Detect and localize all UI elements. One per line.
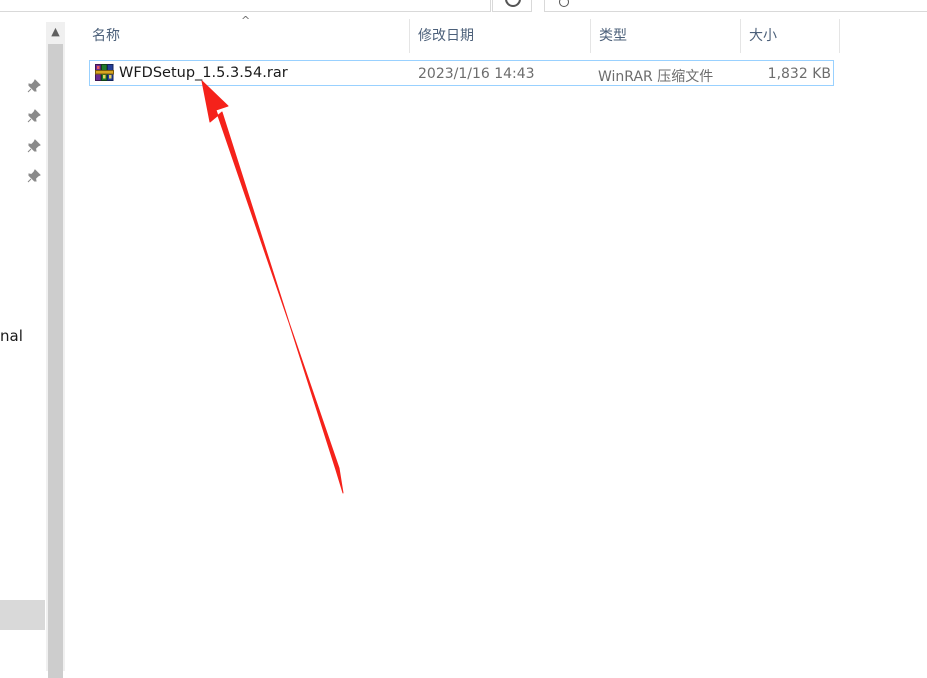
pin-icon[interactable] — [27, 78, 41, 93]
search-icon — [559, 0, 569, 7]
file-name[interactable]: WFDSetup_1.5.3.54.rar — [119, 65, 288, 81]
nav-item-selected[interactable] — [0, 600, 45, 630]
annotation-arrow — [201, 80, 344, 494]
file-size: 1,832 KB — [767, 66, 831, 82]
search-input[interactable] — [544, 0, 927, 12]
column-header-date-modified[interactable]: 修改日期 — [410, 19, 591, 53]
winrar-archive-icon — [95, 64, 114, 81]
column-header-label: 类型 — [599, 28, 627, 44]
pin-icon[interactable] — [27, 138, 41, 153]
scrollbar-thumb[interactable] — [48, 44, 63, 678]
scroll-up-icon[interactable]: ▲ — [50, 26, 61, 37]
column-header-name[interactable]: 名称 — [84, 19, 410, 53]
refresh-icon — [505, 0, 521, 7]
navigation-pane: nal — [0, 12, 46, 671]
file-type: WinRAR 压缩文件 — [598, 69, 714, 85]
pin-icon[interactable] — [27, 168, 41, 183]
column-header-type[interactable]: 类型 — [591, 19, 741, 53]
pin-icon[interactable] — [27, 108, 41, 123]
column-header-label: 大小 — [749, 28, 777, 44]
column-header-size[interactable]: 大小 — [741, 19, 840, 53]
column-header-label: 名称 — [92, 28, 120, 44]
column-header-label: 修改日期 — [418, 28, 474, 44]
nav-scrollbar[interactable]: ▲ — [46, 22, 65, 678]
refresh-button[interactable] — [492, 0, 532, 12]
file-date-modified: 2023/1/16 14:43 — [418, 66, 535, 82]
nav-item-label[interactable]: nal — [0, 327, 23, 345]
file-row[interactable]: WFDSetup_1.5.3.54.rar 2023/1/16 14:43 Wi… — [89, 60, 834, 86]
address-bar[interactable] — [0, 0, 491, 12]
toolbar-strip — [0, 0, 927, 12]
